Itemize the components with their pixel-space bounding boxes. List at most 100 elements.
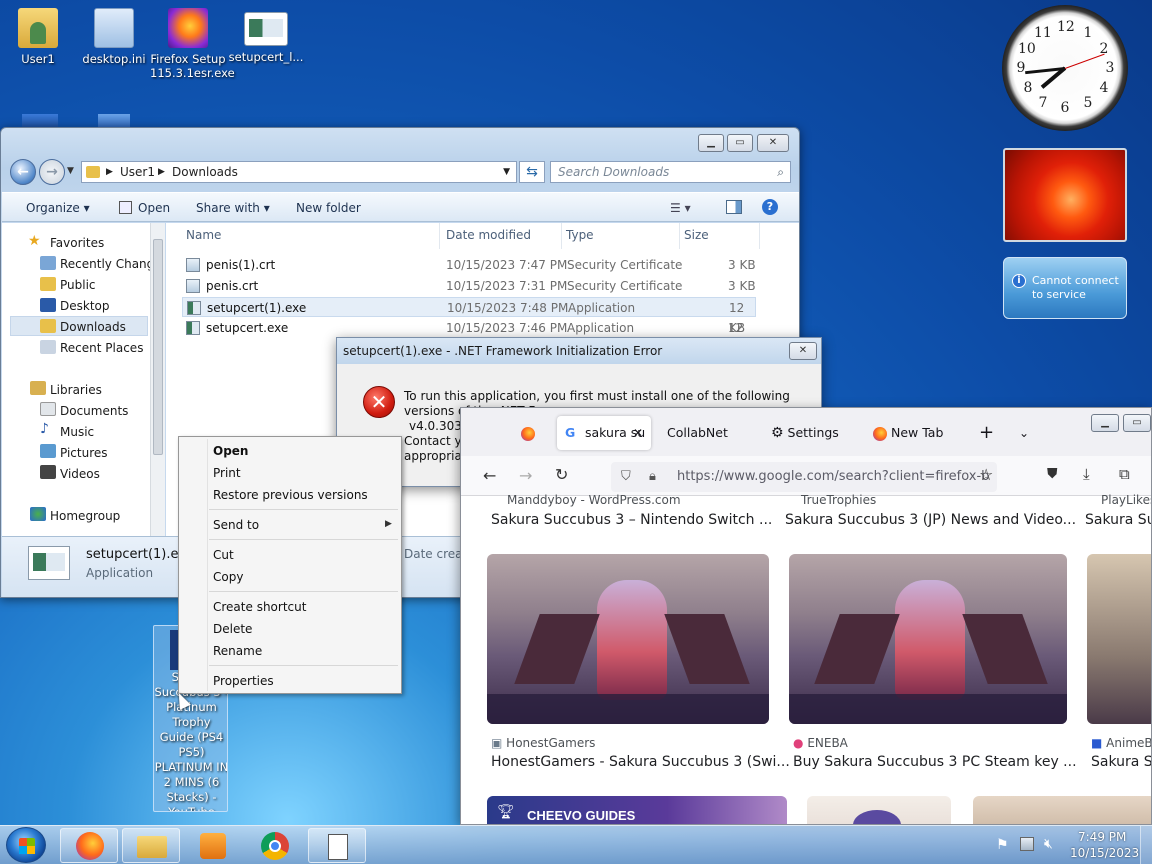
network-icon[interactable] xyxy=(98,114,130,128)
result-title[interactable]: Sakura Suc xyxy=(1085,512,1151,528)
tab-firefox[interactable] xyxy=(509,416,549,450)
menu-create-shortcut[interactable]: Create shortcut xyxy=(213,600,306,614)
search-input[interactable]: Search Downloads xyxy=(558,162,669,182)
show-desktop-button[interactable] xyxy=(1140,826,1152,864)
bookmark-star-icon[interactable]: ☆ xyxy=(979,465,993,484)
maximize-button[interactable]: ▭ xyxy=(727,134,753,152)
tab-new-tab[interactable]: New Tab xyxy=(873,416,943,450)
nav-desktop[interactable]: Desktop xyxy=(60,299,110,313)
slideshow-gadget[interactable] xyxy=(1003,148,1127,242)
nav-recently-changed[interactable]: Recently Change xyxy=(60,257,150,271)
nav-pictures[interactable]: Pictures xyxy=(60,446,108,460)
menu-cut[interactable]: Cut xyxy=(213,548,234,562)
forward-icon[interactable]: → xyxy=(519,466,532,485)
menu-send-to[interactable]: Send to xyxy=(213,518,259,532)
back-button[interactable]: ← xyxy=(10,159,36,185)
minimize-button[interactable]: ▁ xyxy=(698,134,724,152)
view-options-icon[interactable]: ☰ ▾ xyxy=(670,201,691,215)
action-center-flag-icon[interactable]: ⚑ xyxy=(996,837,1009,853)
computer-icon[interactable] xyxy=(22,114,58,128)
close-tab-icon[interactable]: ✕ xyxy=(633,416,643,450)
address-dropdown-icon[interactable]: ▼ xyxy=(503,162,510,182)
weather-gadget[interactable]: i Cannot connect to service xyxy=(1003,257,1127,319)
taskbar-firefox[interactable] xyxy=(60,828,118,863)
breadcrumb-user1[interactable]: User1 xyxy=(120,162,155,182)
history-dropdown-icon[interactable]: ▼ xyxy=(67,166,74,176)
image-result-thumbnail[interactable] xyxy=(973,796,1151,824)
breadcrumb-downloads[interactable]: Downloads xyxy=(172,162,238,182)
menu-delete[interactable]: Delete xyxy=(213,622,252,636)
desktop-icon-user1[interactable]: User1 xyxy=(0,8,76,66)
image-result-thumbnail[interactable] xyxy=(1087,554,1151,724)
firefox-window[interactable]: G sakura su ✕ CollabNet ⚙ Settings New T… xyxy=(460,407,1152,825)
result-title[interactable]: Sakura Succubus 3 – Nintendo Switch ... xyxy=(491,512,772,528)
nav-scrollbar[interactable] xyxy=(150,223,165,536)
nav-recent-places[interactable]: Recent Places xyxy=(60,341,143,355)
file-row-selected[interactable]: setupcert(1).exe 10/15/2023 7:48 PM Appl… xyxy=(182,297,756,335)
result-title[interactable]: HonestGamers - Sakura Succubus 3 (Swi... xyxy=(491,754,790,770)
new-tab-button[interactable]: + xyxy=(979,416,994,450)
help-icon[interactable]: ? xyxy=(762,199,778,215)
column-name[interactable]: Name xyxy=(182,223,440,249)
file-row[interactable]: penis.crt 10/15/2023 7:31 PM Security Ce… xyxy=(182,276,756,296)
volume-muted-icon[interactable]: 🔇︎ xyxy=(1044,836,1053,852)
image-result-thumbnail[interactable] xyxy=(487,554,769,724)
list-tabs-icon[interactable]: ⌄ xyxy=(1019,416,1029,450)
open-button[interactable]: Open xyxy=(138,201,170,215)
menu-copy[interactable]: Copy xyxy=(213,570,243,584)
desktop-icon-desktop-ini[interactable]: desktop.ini xyxy=(76,8,152,66)
url-bar[interactable]: ⛉ 🔒︎ https://www.google.com/search?clien… xyxy=(611,462,997,492)
clock-date[interactable]: 10/15/2023 xyxy=(1070,846,1139,860)
taskbar-error-dialog[interactable] xyxy=(308,828,366,863)
taskbar-explorer[interactable] xyxy=(122,828,180,863)
back-icon[interactable]: ← xyxy=(483,466,496,485)
column-size[interactable]: Size xyxy=(680,223,760,249)
new-folder-button[interactable]: New folder xyxy=(296,201,361,215)
taskbar-media-player[interactable] xyxy=(184,828,242,863)
nav-music[interactable]: Music xyxy=(60,425,94,439)
menu-print[interactable]: Print xyxy=(213,466,241,480)
column-type[interactable]: Type xyxy=(562,223,680,249)
file-row[interactable]: penis(1).crt 10/15/2023 7:47 PM Security… xyxy=(182,255,756,275)
menu-properties[interactable]: Properties xyxy=(213,674,274,688)
result-title[interactable]: Buy Sakura Succubus 3 PC Steam key ... xyxy=(793,754,1077,770)
preview-pane-icon[interactable] xyxy=(726,200,742,214)
share-with-button[interactable]: Share with ▾ xyxy=(196,201,270,215)
close-button[interactable]: ✕ xyxy=(757,134,789,152)
refresh-button[interactable]: ⇆ xyxy=(519,161,545,183)
organize-button[interactable]: Organize ▾ xyxy=(26,201,90,215)
nav-videos[interactable]: Videos xyxy=(60,467,100,481)
search-box[interactable]: Search Downloads ⌕ xyxy=(550,161,791,183)
nav-favorites[interactable]: Favorites xyxy=(50,236,104,250)
desktop-icon-firefox-setup[interactable]: Firefox Setup 115.3.1esr.exe xyxy=(150,8,235,80)
nav-homegroup[interactable]: Homegroup xyxy=(50,509,120,523)
tab-sakura-search[interactable]: G sakura su ✕ xyxy=(557,416,651,450)
nav-downloads[interactable]: Downloads xyxy=(60,320,126,334)
reload-icon[interactable]: ↻ xyxy=(555,465,568,484)
menu-open[interactable]: Open xyxy=(213,444,248,458)
file-row[interactable]: setupcert.exe 10/15/2023 7:46 PM Applica… xyxy=(182,318,756,355)
tab-collabnet[interactable]: CollabNet xyxy=(667,416,728,450)
desktop-icon-setupcert[interactable]: setupcert_l... xyxy=(228,8,304,64)
nav-libraries[interactable]: Libraries xyxy=(50,383,102,397)
column-date-modified[interactable]: Date modified xyxy=(442,223,562,249)
extensions-icon[interactable]: ⧉ xyxy=(1119,465,1130,483)
clock-gadget[interactable]: 12 1 2 3 4 5 6 7 8 9 10 11 xyxy=(1002,5,1128,131)
result-title[interactable]: Sakura Su xyxy=(1091,754,1151,770)
tab-settings[interactable]: ⚙ Settings xyxy=(771,416,839,450)
network-icon[interactable] xyxy=(1020,837,1034,851)
clock-time[interactable]: 7:49 PM xyxy=(1078,830,1126,844)
image-result-thumbnail[interactable]: 🏆︎ CHEEVO GUIDES xyxy=(487,796,787,824)
menu-restore-previous-versions[interactable]: Restore previous versions xyxy=(213,488,368,502)
image-result-thumbnail[interactable] xyxy=(807,796,951,824)
image-result-thumbnail[interactable] xyxy=(789,554,1067,724)
downloads-icon[interactable]: ⤓ xyxy=(1083,465,1090,483)
result-title[interactable]: Sakura Succubus 3 (JP) News and Video... xyxy=(785,512,1076,528)
pocket-icon[interactable]: ⛊ xyxy=(1047,466,1058,482)
start-button[interactable] xyxy=(6,827,46,863)
nav-documents[interactable]: Documents xyxy=(60,404,128,418)
firefox-minimize-button[interactable]: ▁ xyxy=(1091,414,1119,432)
firefox-maximize-button[interactable]: ▭ xyxy=(1123,414,1151,432)
context-menu[interactable]: Open Print Restore previous versions Sen… xyxy=(178,436,402,694)
forward-button[interactable]: → xyxy=(39,159,65,185)
